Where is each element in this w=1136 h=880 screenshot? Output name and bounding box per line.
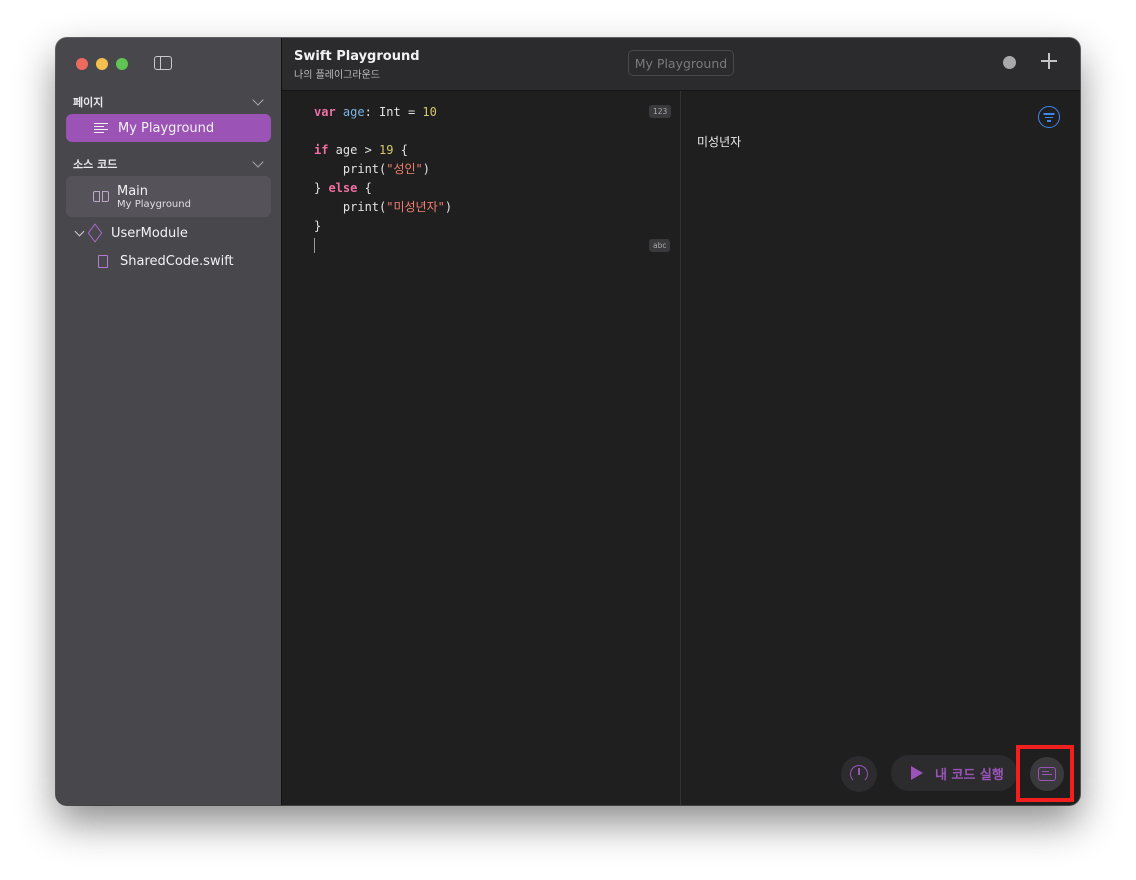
- status-dot-icon[interactable]: [1003, 56, 1016, 69]
- filter-icon[interactable]: [1038, 106, 1060, 128]
- add-icon[interactable]: [1040, 52, 1058, 70]
- sidebar-item-label: My Playground: [118, 120, 215, 136]
- chevron-down-icon[interactable]: [74, 226, 85, 237]
- highlight-annotation: [1016, 745, 1074, 802]
- sidebar-item-label: SharedCode.swift: [120, 253, 234, 269]
- minimize-window-button[interactable]: [96, 58, 108, 70]
- results-panel: 미성년자 내 코드 실행: [681, 91, 1080, 805]
- swift-file-icon: [98, 254, 108, 268]
- result-badge-string[interactable]: abc: [649, 239, 671, 252]
- code-line-5: } else {: [314, 181, 372, 195]
- code-text[interactable]: var age: Int = 10 if age > 19 { print("성…: [314, 103, 452, 255]
- play-icon: [911, 766, 923, 780]
- window-subtitle: 나의 플레이그라운드: [294, 70, 380, 81]
- sidebar-item-label: UserModule: [111, 225, 188, 241]
- pages-section-header[interactable]: 페이지: [73, 93, 268, 111]
- text-lines-icon: [94, 122, 108, 134]
- code-line-6: print("미성년자"): [314, 200, 453, 214]
- code-editor[interactable]: var age: Int = 10 if age > 19 { print("성…: [282, 91, 681, 805]
- sidebar-item-label: Main: [117, 183, 149, 199]
- book-icon: [93, 190, 109, 203]
- console-output: 미성년자: [697, 135, 742, 149]
- sidebar-item-sublabel: My Playground: [117, 198, 191, 210]
- sidebar: 페이지 My Playground 소스 코드 Main My Playgrou…: [56, 38, 282, 805]
- close-window-button[interactable]: [76, 58, 88, 70]
- sidebar-item-my-playground[interactable]: My Playground: [66, 114, 271, 142]
- main-labels: Main My Playground: [117, 184, 191, 210]
- run-code-label: 내 코드 실행: [935, 767, 1004, 783]
- source-header-label: 소스 코드: [73, 158, 118, 171]
- sidebar-item-usermodule[interactable]: UserModule: [66, 222, 271, 244]
- playground-window: 페이지 My Playground 소스 코드 Main My Playgrou…: [56, 38, 1080, 805]
- code-line-1: var age: Int = 10: [314, 105, 437, 119]
- result-badge-number[interactable]: 123: [649, 105, 672, 118]
- chevron-down-icon[interactable]: [252, 94, 264, 106]
- text-cursor: [314, 238, 315, 253]
- toolbar: Swift Playground 나의 플레이그라운드 My Playgroun…: [282, 38, 1080, 91]
- window-controls: [76, 58, 128, 70]
- window-title: Swift Playground: [294, 49, 420, 64]
- sidebar-item-main[interactable]: Main My Playground: [66, 176, 271, 217]
- sidebar-item-sharedcode[interactable]: SharedCode.swift: [66, 250, 271, 272]
- code-line-3: if age > 19 {: [314, 143, 408, 157]
- run-code-button[interactable]: 내 코드 실행: [891, 755, 1017, 791]
- source-section-header[interactable]: 소스 코드: [73, 155, 268, 173]
- pages-header-label: 페이지: [73, 96, 104, 109]
- tab-my-playground[interactable]: My Playground: [628, 50, 734, 76]
- sidebar-toggle-icon[interactable]: [154, 56, 172, 70]
- code-line-4: print("성인"): [314, 162, 431, 176]
- zoom-window-button[interactable]: [116, 58, 128, 70]
- code-line-7: }: [314, 219, 322, 233]
- speed-gauge-button[interactable]: [841, 756, 877, 792]
- chevron-down-icon[interactable]: [252, 156, 264, 168]
- module-cube-icon: [87, 223, 103, 243]
